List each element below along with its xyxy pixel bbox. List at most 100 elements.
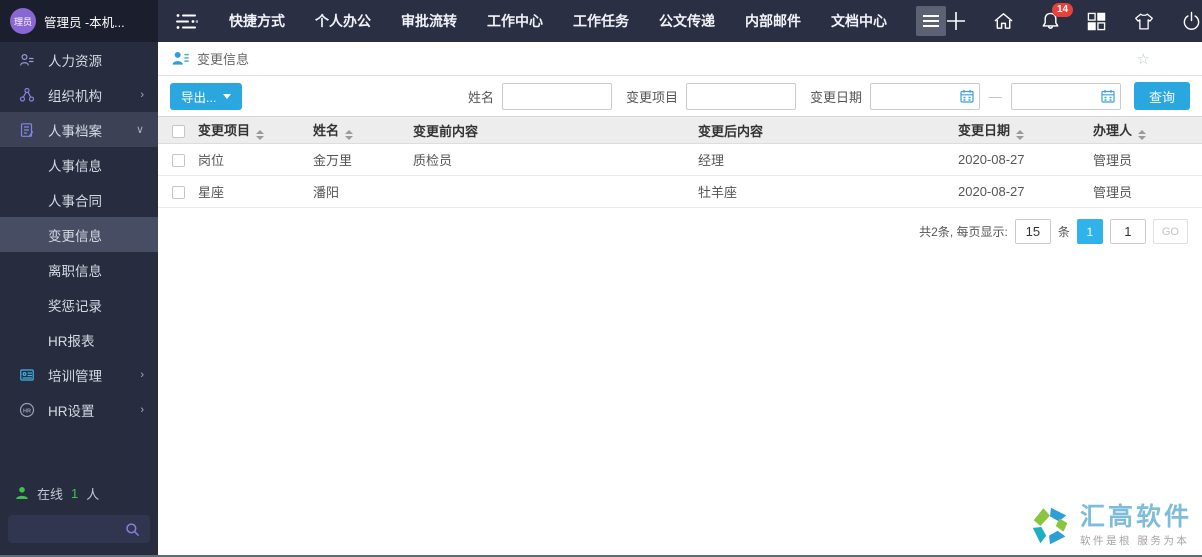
notifications-icon[interactable]: 14 bbox=[1041, 3, 1074, 31]
org-chart-icon bbox=[18, 87, 36, 103]
sidebar-item-change-info[interactable]: 变更信息 bbox=[0, 217, 158, 252]
chevron-down-icon: ∨ bbox=[135, 124, 144, 136]
page-title: 变更信息 bbox=[197, 52, 250, 67]
sidebar-item-label: 组织机构 bbox=[48, 88, 102, 104]
toolbar: 导出... 姓名 变更项目 变更日期 — 查询 bbox=[158, 76, 1202, 116]
more-menu-icon[interactable] bbox=[916, 6, 946, 36]
column-header-before: 变更前内容 bbox=[413, 116, 698, 144]
vendor-logo: 汇高软件 软件是根 服务为本 bbox=[1027, 503, 1192, 549]
table-row[interactable]: 星座 潘阳 牡羊座 2020-08-27 管理员 bbox=[158, 175, 1202, 208]
topbar-actions: 14 bbox=[946, 3, 1202, 31]
vendor-brand-name: 汇高软件 bbox=[1079, 503, 1192, 532]
sidebar-item-human-resources[interactable]: 人力资源 bbox=[0, 42, 158, 77]
favorite-star-icon[interactable]: ☆ bbox=[1137, 50, 1150, 68]
export-button[interactable]: 导出... bbox=[170, 82, 243, 110]
nav-item-approval[interactable]: 审批流转 bbox=[386, 0, 472, 42]
name-filter-input[interactable] bbox=[501, 82, 612, 110]
export-button-label: 导出... bbox=[181, 90, 217, 105]
sidebar-item-label: HR报表 bbox=[48, 333, 95, 349]
power-icon[interactable] bbox=[1182, 11, 1201, 31]
page-button-1[interactable]: 1 bbox=[1076, 219, 1103, 244]
user-menu[interactable]: 理员 管理员 -本机... bbox=[0, 0, 158, 42]
avatar[interactable]: 理员 bbox=[10, 8, 36, 34]
top-navigation: 快捷方式 个人办公 审批流转 工作中心 工作任务 公文传递 内部邮件 文档中心 bbox=[214, 0, 946, 42]
cell-name: 潘阳 bbox=[313, 175, 413, 208]
goto-page-input[interactable] bbox=[1109, 219, 1146, 244]
date-filter-label: 变更日期 bbox=[809, 89, 862, 105]
item-filter-input[interactable] bbox=[685, 82, 796, 110]
online-count: 1 bbox=[71, 485, 79, 501]
cell-name: 金万里 bbox=[313, 143, 413, 176]
nav-item-documents[interactable]: 公文传递 bbox=[644, 0, 730, 42]
column-header-change-item[interactable]: 变更项目 bbox=[198, 116, 313, 144]
nav-item-workcenter[interactable]: 工作中心 bbox=[472, 0, 558, 42]
notification-badge: 14 bbox=[1052, 3, 1074, 17]
app-window: 理员 管理员 -本机... 快捷方式 个人办公 审批流转 工作中心 工作任务 公… bbox=[0, 0, 1202, 557]
date-from-wrapper bbox=[869, 82, 980, 110]
sort-icon[interactable] bbox=[256, 130, 265, 140]
collapse-menu-icon[interactable] bbox=[176, 13, 198, 30]
nav-item-doccenter[interactable]: 文档中心 bbox=[816, 0, 902, 42]
go-button[interactable]: GO bbox=[1152, 219, 1188, 244]
page-user-icon bbox=[172, 51, 189, 65]
sidebar-item-rewards-punishments[interactable]: 奖惩记录 bbox=[0, 287, 158, 322]
name-filter-label: 姓名 bbox=[467, 89, 494, 105]
sidebar-item-personnel-info[interactable]: 人事信息 bbox=[0, 147, 158, 182]
vendor-slogan: 软件是根 服务为本 bbox=[1079, 534, 1190, 547]
cell-change-item: 岗位 bbox=[198, 143, 313, 176]
sidebar-item-label: 人事合同 bbox=[48, 193, 102, 209]
row-checkbox[interactable] bbox=[171, 154, 185, 168]
sidebar-search-input[interactable] bbox=[8, 515, 150, 543]
cell-before bbox=[413, 175, 698, 208]
sidebar-item-label: 人事档案 bbox=[48, 123, 102, 139]
breadcrumb: 变更信息 ☆ bbox=[158, 42, 1202, 76]
sort-icon[interactable] bbox=[1016, 130, 1025, 140]
nav-item-shortcuts[interactable]: 快捷方式 bbox=[214, 0, 300, 42]
theme-shirt-icon[interactable] bbox=[1133, 12, 1155, 31]
sidebar-item-hr-settings[interactable]: HR HR设置 › bbox=[0, 392, 158, 427]
nav-item-mail[interactable]: 内部邮件 bbox=[730, 0, 816, 42]
user-label: 管理员 -本机... bbox=[44, 15, 125, 30]
hr-circle-icon: HR bbox=[18, 402, 36, 418]
sidebar-item-training-management[interactable]: 培训管理 › bbox=[0, 357, 158, 392]
sort-icon[interactable] bbox=[1138, 130, 1147, 140]
sort-icon[interactable] bbox=[345, 130, 354, 140]
avatar-text: 理员 bbox=[13, 16, 32, 27]
home-icon[interactable] bbox=[993, 11, 1014, 31]
cell-after: 经理 bbox=[698, 143, 958, 176]
select-all-checkbox[interactable] bbox=[171, 124, 185, 138]
row-checkbox[interactable] bbox=[171, 186, 185, 200]
cell-change-item: 星座 bbox=[198, 175, 313, 208]
column-header-name[interactable]: 姓名 bbox=[313, 116, 413, 144]
sidebar-item-resignation-info[interactable]: 离职信息 bbox=[0, 252, 158, 287]
search-icon[interactable] bbox=[125, 522, 140, 537]
table-row[interactable]: 岗位 金万里 质检员 经理 2020-08-27 管理员 bbox=[158, 143, 1202, 176]
calendar-icon[interactable] bbox=[1101, 89, 1115, 103]
svg-text:HR: HR bbox=[23, 408, 31, 414]
sidebar-item-label: 培训管理 bbox=[48, 368, 102, 384]
nav-item-tasks[interactable]: 工作任务 bbox=[558, 0, 644, 42]
page-size-input[interactable] bbox=[1014, 219, 1051, 244]
pagination: 共2条, 每页显示: 条 1 GO bbox=[158, 208, 1202, 255]
calendar-icon[interactable] bbox=[960, 89, 974, 103]
sidebar-item-personnel-contract[interactable]: 人事合同 bbox=[0, 182, 158, 217]
column-header-handler[interactable]: 办理人 bbox=[1093, 116, 1202, 144]
online-user-icon bbox=[16, 487, 28, 499]
online-unit: 人 bbox=[86, 486, 100, 502]
chevron-right-icon: › bbox=[140, 368, 144, 381]
change-records-table: 变更项目 姓名 变更前内容 变更后内容 变更日期 办理人 岗位 金万里 质检员 … bbox=[158, 116, 1202, 208]
add-icon[interactable] bbox=[946, 11, 966, 31]
query-button[interactable]: 查询 bbox=[1133, 82, 1190, 110]
column-header-date[interactable]: 变更日期 bbox=[958, 116, 1093, 144]
sidebar-item-organization[interactable]: 组织机构 › bbox=[0, 77, 158, 112]
cell-date: 2020-08-27 bbox=[958, 143, 1093, 176]
nav-item-personal[interactable]: 个人办公 bbox=[300, 0, 386, 42]
sidebar-item-hr-reports[interactable]: HR报表 bbox=[0, 322, 158, 357]
sidebar-item-label: HR设置 bbox=[48, 403, 95, 419]
sidebar-item-personnel-archives[interactable]: 人事档案 ∨ bbox=[0, 112, 158, 147]
apps-grid-icon[interactable] bbox=[1087, 12, 1106, 31]
chevron-right-icon: › bbox=[140, 403, 144, 416]
filter-bar: 姓名 变更项目 变更日期 — 查询 bbox=[462, 82, 1190, 110]
online-label: 在线 bbox=[37, 486, 64, 502]
